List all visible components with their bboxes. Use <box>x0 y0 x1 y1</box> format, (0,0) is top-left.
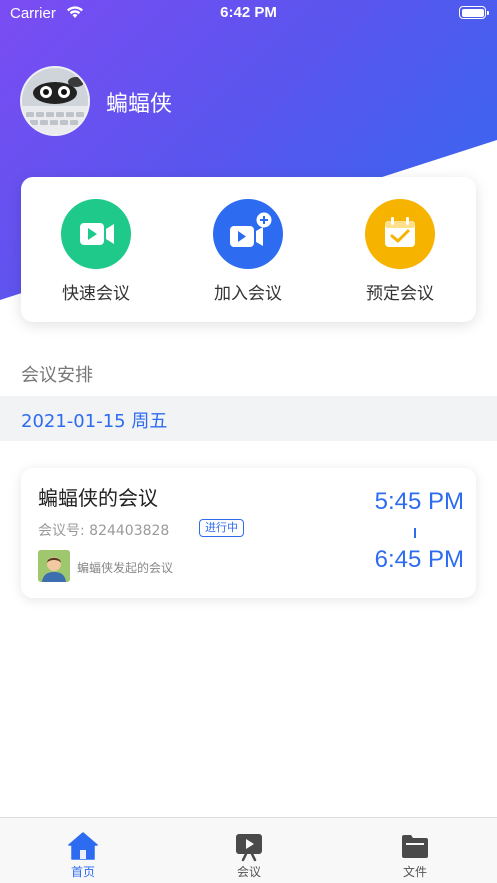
date-label: 2021-01-15 周五 <box>21 411 168 432</box>
tab-files-label: 文件 <box>402 865 427 879</box>
video-camera-icon <box>61 199 131 269</box>
tab-files[interactable]: 文件 <box>332 818 497 883</box>
user-avatar[interactable] <box>20 66 90 136</box>
join-meeting-button[interactable]: 加入会议 <box>183 199 313 304</box>
meeting-title: 蝙蝠侠的会议 <box>38 486 158 510</box>
tab-bar: 首页 会议 文件 <box>0 817 497 883</box>
tab-meeting-label: 会议 <box>236 865 261 879</box>
quick-meeting-button[interactable]: 快速会议 <box>31 199 161 304</box>
quick-meeting-label: 快速会议 <box>62 284 130 304</box>
meeting-start-time: 5:45 PM <box>374 488 464 515</box>
battery-icon <box>459 6 489 19</box>
status-bar: Carrier 6:42 PM <box>0 0 497 28</box>
meeting-host: 蝙蝠侠发起的会议 <box>77 561 174 575</box>
username: 蝙蝠侠 <box>106 92 173 117</box>
meeting-screen-icon <box>236 834 262 862</box>
date-header: 2021-01-15 周五 <box>0 396 497 441</box>
meeting-id: 会议号: 824403828 <box>38 523 170 539</box>
tab-home[interactable]: 首页 <box>0 818 166 883</box>
join-video-plus-icon <box>213 199 283 269</box>
tab-meeting[interactable]: 会议 <box>166 818 332 883</box>
meeting-end-time: 6:45 PM <box>374 546 464 573</box>
host-avatar <box>38 550 70 582</box>
person-avatar-icon <box>38 550 70 582</box>
meeting-card[interactable]: 蝙蝠侠的会议 会议号: 824403828 进行中 蝙蝠侠发起的会议 5:45 … <box>21 468 476 598</box>
folder-icon <box>402 835 428 858</box>
schedule-meeting-button[interactable]: 预定会议 <box>335 199 465 304</box>
tab-home-label: 首页 <box>70 865 95 879</box>
join-meeting-label: 加入会议 <box>214 284 282 304</box>
status-badge: 进行中 <box>199 519 244 537</box>
quick-actions-card: 快速会议 加入会议 预定会议 <box>21 177 476 322</box>
time-separator <box>414 528 416 538</box>
home-icon <box>68 832 98 860</box>
schedule-meeting-label: 预定会议 <box>366 284 434 304</box>
calendar-check-icon <box>365 199 435 269</box>
status-time: 6:42 PM <box>220 4 277 21</box>
section-title-schedule: 会议安排 <box>21 365 93 386</box>
